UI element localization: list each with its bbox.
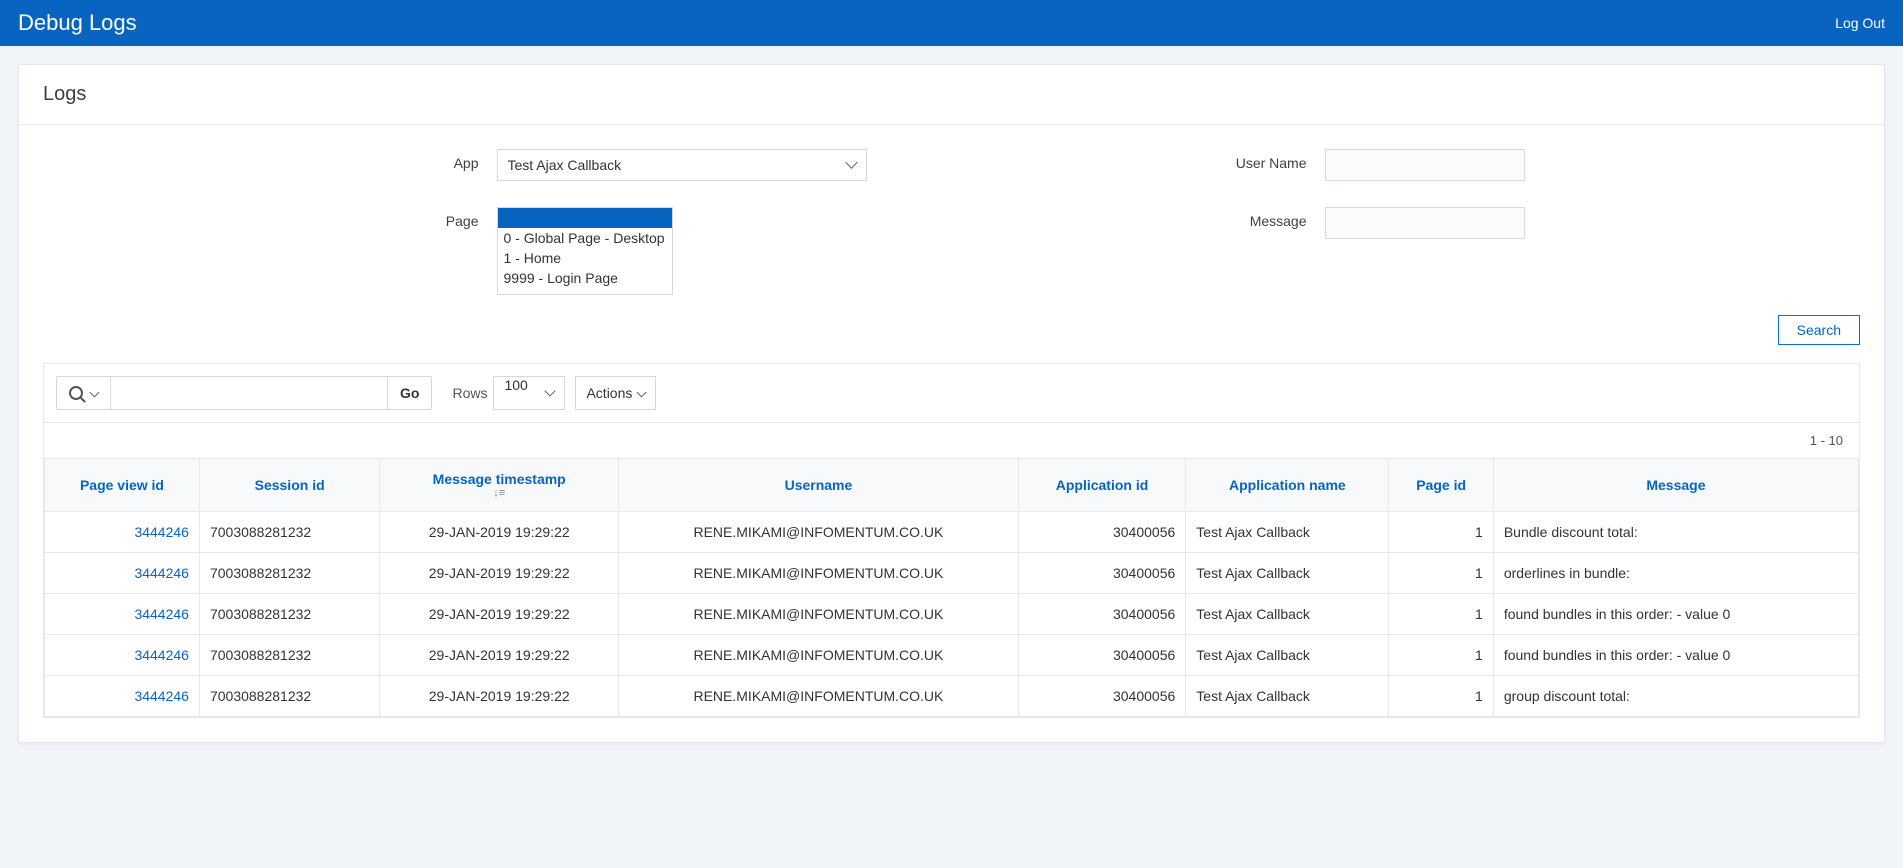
col-header[interactable]: Page view id: [45, 459, 200, 512]
chevron-down-icon: [90, 387, 100, 397]
grid-toolbar: Go Rows 100 Actions: [44, 364, 1859, 423]
rows-label: Rows: [442, 385, 493, 401]
cell: Test Ajax Callback: [1186, 676, 1389, 717]
col-header[interactable]: Message timestamp↓≡: [380, 459, 619, 512]
cell: group discount total:: [1493, 676, 1858, 717]
search-button[interactable]: Search: [1778, 315, 1860, 345]
message-label: Message: [1207, 207, 1307, 229]
filter-row-message: Message: [1207, 207, 1525, 239]
table-row: 3444246700308828123229-JAN-2019 19:29:22…: [45, 512, 1859, 553]
table-body: 3444246700308828123229-JAN-2019 19:29:22…: [45, 512, 1859, 717]
app-label: App: [379, 149, 479, 171]
main-card: Logs App Test Ajax Callback Page 0 - Glo…: [18, 64, 1885, 743]
table-row: 3444246700308828123229-JAN-2019 19:29:22…: [45, 553, 1859, 594]
col-header[interactable]: Application id: [1018, 459, 1186, 512]
cell: 7003088281232: [199, 676, 379, 717]
username-label: User Name: [1207, 149, 1307, 171]
cell: 1: [1389, 635, 1493, 676]
col-header[interactable]: Page id: [1389, 459, 1493, 512]
page-option[interactable]: 9999 - Login Page: [498, 268, 672, 288]
cell[interactable]: 3444246: [45, 635, 200, 676]
username-input[interactable]: [1325, 149, 1525, 181]
page-label: Page: [379, 207, 479, 229]
range-text: 1 - 10: [44, 423, 1859, 458]
cell: 7003088281232: [199, 635, 379, 676]
go-button[interactable]: Go: [387, 376, 432, 410]
cell: 1: [1389, 553, 1493, 594]
table-header-row: Page view idSession idMessage timestamp↓…: [45, 459, 1859, 512]
cell: orderlines in bundle:: [1493, 553, 1858, 594]
cell: Test Ajax Callback: [1186, 553, 1389, 594]
page-option[interactable]: [498, 208, 672, 228]
grid-region: Go Rows 100 Actions 1 - 10 Page view idS…: [43, 363, 1860, 718]
table-row: 3444246700308828123229-JAN-2019 19:29:22…: [45, 676, 1859, 717]
search-icon: [69, 386, 83, 400]
cell: 30400056: [1018, 594, 1186, 635]
cell: RENE.MIKAMI@INFOMENTUM.CO.UK: [619, 676, 1019, 717]
cell: found bundles in this order: - value 0: [1493, 594, 1858, 635]
cell: 7003088281232: [199, 512, 379, 553]
col-header[interactable]: Session id: [199, 459, 379, 512]
cell: 30400056: [1018, 676, 1186, 717]
col-header[interactable]: Message: [1493, 459, 1858, 512]
app-title: Debug Logs: [18, 10, 137, 36]
cell: found bundles in this order: - value 0: [1493, 635, 1858, 676]
filter-col-right: User Name Message: [1207, 149, 1525, 295]
col-header[interactable]: Username: [619, 459, 1019, 512]
actions-menu[interactable]: Actions: [575, 376, 656, 410]
filter-col-left: App Test Ajax Callback Page 0 - Global P…: [379, 149, 867, 295]
filter-region: App Test Ajax Callback Page 0 - Global P…: [19, 125, 1884, 295]
cell: 29-JAN-2019 19:29:22: [380, 512, 619, 553]
cell: 29-JAN-2019 19:29:22: [380, 635, 619, 676]
page-option[interactable]: 1 - Home: [498, 248, 672, 268]
cell: RENE.MIKAMI@INFOMENTUM.CO.UK: [619, 512, 1019, 553]
cell: 29-JAN-2019 19:29:22: [380, 553, 619, 594]
logout-link[interactable]: Log Out: [1835, 15, 1885, 31]
table-row: 3444246700308828123229-JAN-2019 19:29:22…: [45, 635, 1859, 676]
cell: RENE.MIKAMI@INFOMENTUM.CO.UK: [619, 594, 1019, 635]
cell[interactable]: 3444246: [45, 512, 200, 553]
app-select-value: Test Ajax Callback: [497, 149, 867, 181]
cell: Test Ajax Callback: [1186, 512, 1389, 553]
logs-table: Page view idSession idMessage timestamp↓…: [44, 458, 1859, 717]
grid-search-input[interactable]: [111, 376, 387, 410]
cell: Test Ajax Callback: [1186, 594, 1389, 635]
cell: 7003088281232: [199, 594, 379, 635]
app-select[interactable]: Test Ajax Callback: [497, 149, 867, 181]
sort-desc-icon: ↓≡: [390, 487, 608, 499]
cell[interactable]: 3444246: [45, 594, 200, 635]
cell: 1: [1389, 512, 1493, 553]
chevron-down-icon: [637, 387, 647, 397]
filter-row-app: App Test Ajax Callback: [379, 149, 867, 181]
filter-row-page: Page 0 - Global Page - Desktop1 - Home99…: [379, 207, 867, 295]
page-listbox[interactable]: 0 - Global Page - Desktop1 - Home9999 - …: [497, 207, 673, 295]
cell: 29-JAN-2019 19:29:22: [380, 676, 619, 717]
cell: 29-JAN-2019 19:29:22: [380, 594, 619, 635]
cell: 30400056: [1018, 553, 1186, 594]
search-button-row: Search: [19, 295, 1884, 363]
cell: Bundle discount total:: [1493, 512, 1858, 553]
top-bar: Debug Logs Log Out: [0, 0, 1903, 46]
cell[interactable]: 3444246: [45, 553, 200, 594]
cell: RENE.MIKAMI@INFOMENTUM.CO.UK: [619, 635, 1019, 676]
cell: 30400056: [1018, 635, 1186, 676]
page-option[interactable]: 0 - Global Page - Desktop: [498, 228, 672, 248]
rows-value: 100: [504, 377, 527, 393]
cell: Test Ajax Callback: [1186, 635, 1389, 676]
cell: 1: [1389, 676, 1493, 717]
cell: 30400056: [1018, 512, 1186, 553]
cell[interactable]: 3444246: [45, 676, 200, 717]
table-row: 3444246700308828123229-JAN-2019 19:29:22…: [45, 594, 1859, 635]
rows-select[interactable]: 100: [493, 376, 565, 410]
search-column-dropdown[interactable]: [56, 376, 111, 410]
actions-label: Actions: [586, 385, 632, 401]
section-title: Logs: [19, 65, 1884, 125]
message-input[interactable]: [1325, 207, 1525, 239]
col-header[interactable]: Application name: [1186, 459, 1389, 512]
cell: 1: [1389, 594, 1493, 635]
filter-row-username: User Name: [1207, 149, 1525, 181]
cell: RENE.MIKAMI@INFOMENTUM.CO.UK: [619, 553, 1019, 594]
cell: 7003088281232: [199, 553, 379, 594]
